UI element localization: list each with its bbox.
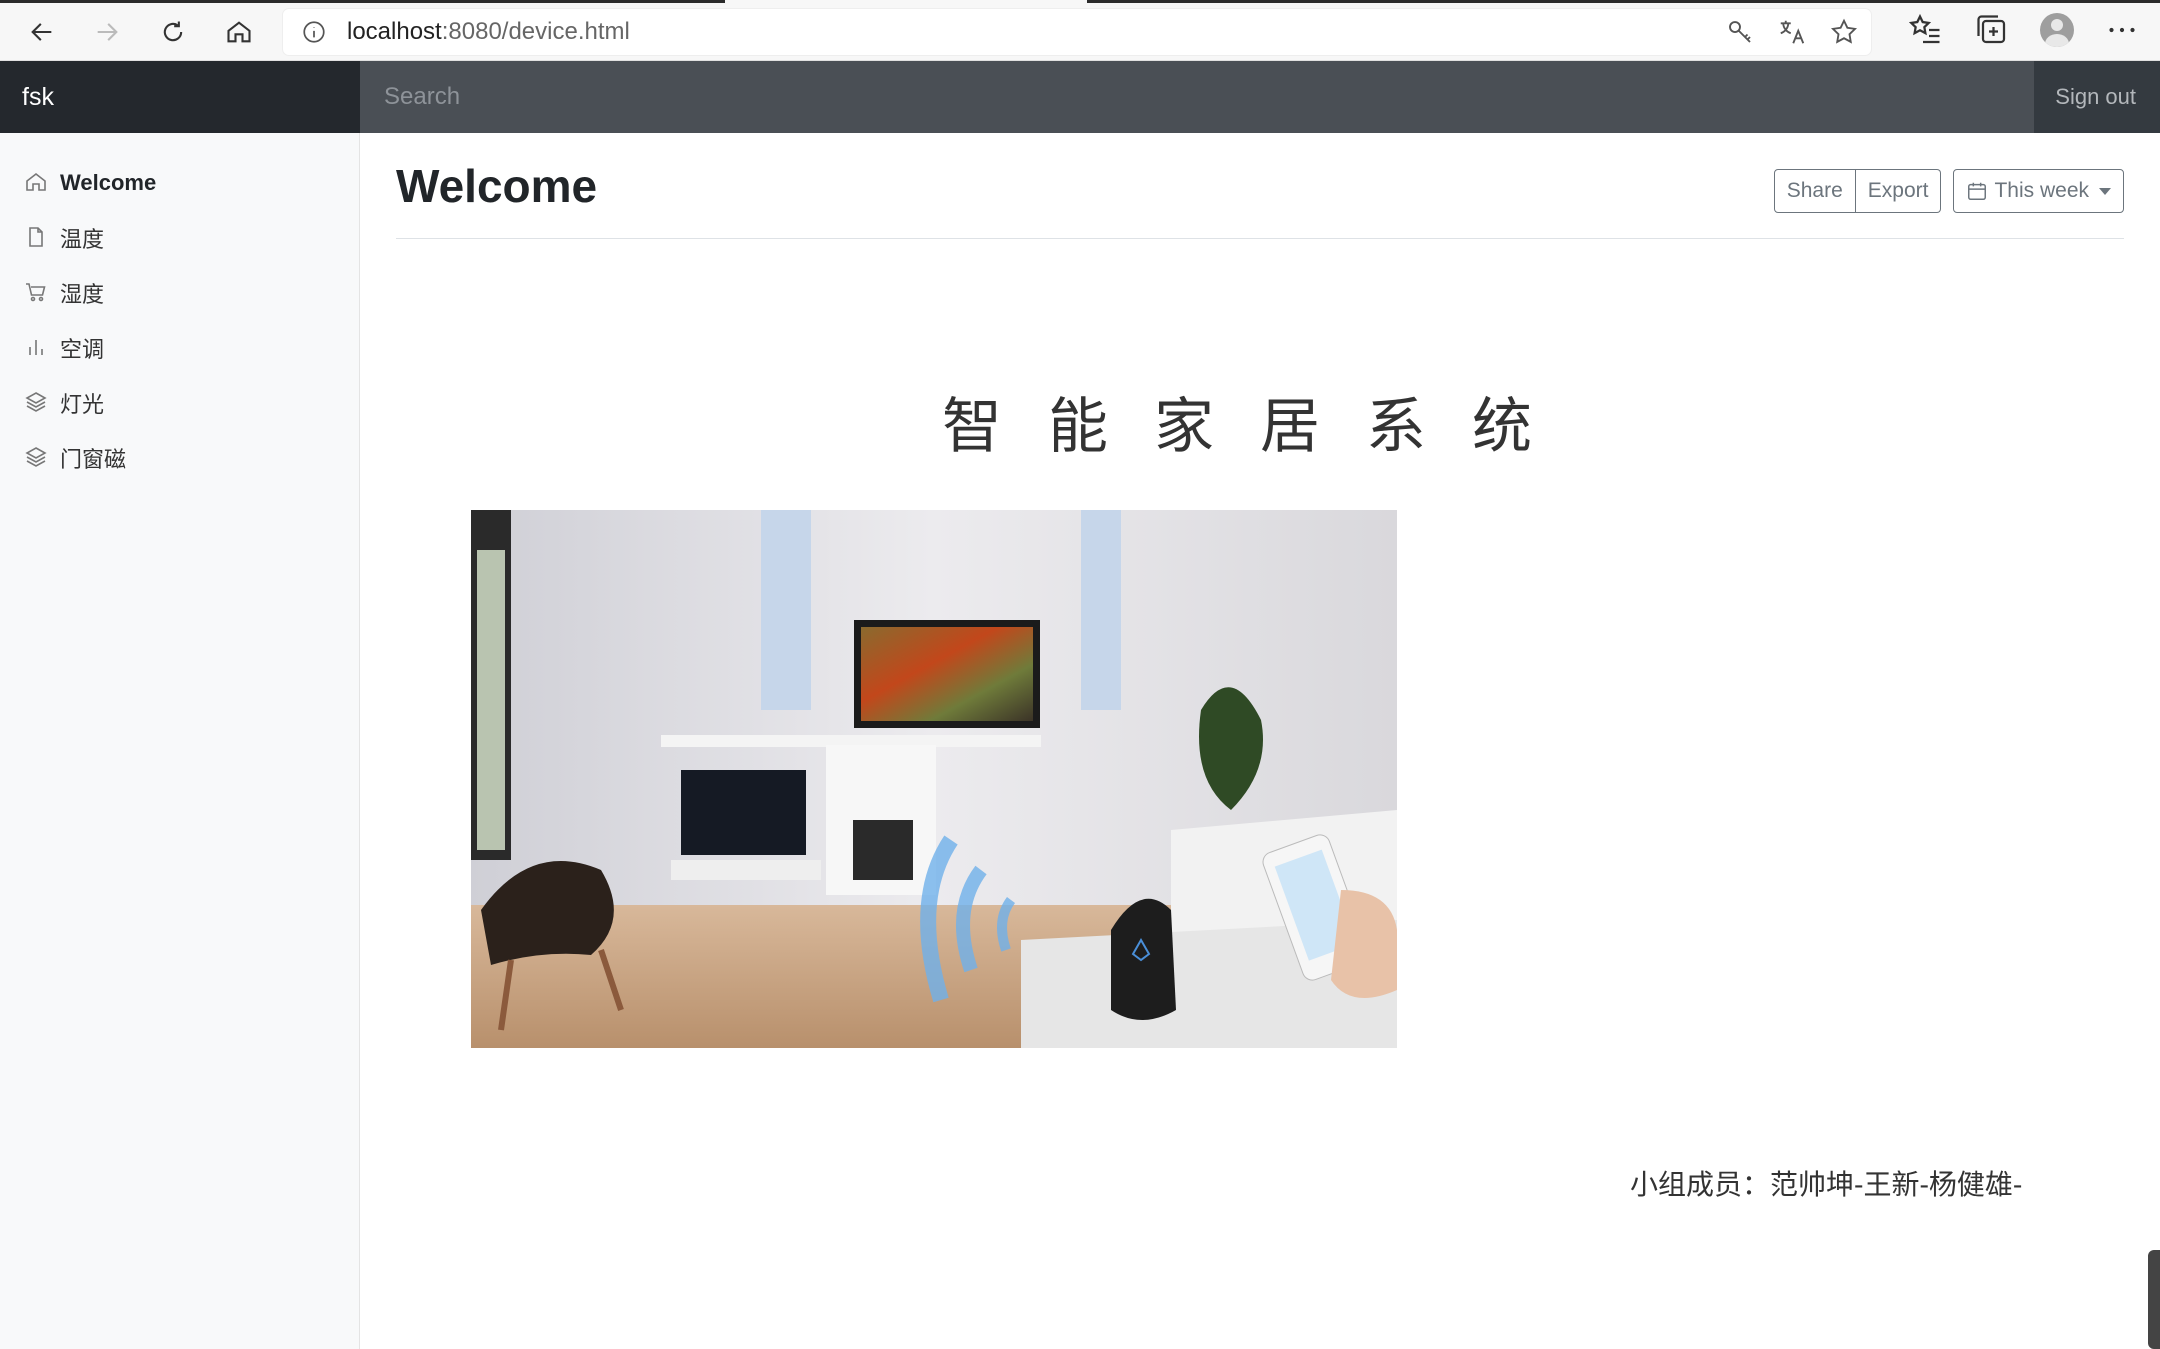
file-icon	[24, 225, 50, 251]
search-input[interactable]	[360, 61, 2034, 133]
sidebar-item-label: 温度	[60, 226, 105, 252]
sidebar-item-door-window-sensor[interactable]: 门窗磁	[0, 430, 359, 485]
bar-chart-icon	[24, 335, 50, 361]
key-icon[interactable]	[1725, 17, 1755, 47]
back-icon[interactable]	[20, 10, 64, 54]
forward-icon[interactable]	[85, 10, 129, 54]
sidebar-item-welcome[interactable]: Welcome	[0, 155, 359, 210]
cart-icon	[24, 280, 50, 306]
share-button[interactable]: Share	[1773, 169, 1856, 213]
address-bar[interactable]: localhost:8080/device.html	[283, 9, 1871, 55]
layers-icon	[24, 390, 50, 416]
favorites-list-icon[interactable]	[1908, 12, 1944, 48]
scrollbar-thumb[interactable]	[2148, 1250, 2160, 1349]
calendar-icon	[1968, 182, 1987, 200]
sign-out-link[interactable]: Sign out	[2034, 61, 2160, 133]
more-menu-icon[interactable]	[2104, 12, 2140, 48]
date-range-label: This week	[1994, 179, 2089, 202]
chevron-down-icon	[2099, 187, 2111, 195]
sidebar-item-air-conditioner[interactable]: 空调	[0, 320, 359, 375]
home-button-icon[interactable]	[217, 10, 261, 54]
translate-icon[interactable]	[1777, 17, 1807, 47]
smart-home-image	[471, 510, 1397, 1048]
date-range-dropdown[interactable]: This week	[1953, 169, 2124, 213]
sidebar-item-label: 门窗磁	[60, 446, 127, 472]
favorite-star-icon[interactable]	[1829, 17, 1859, 47]
system-title: 智能家居系统	[942, 392, 1578, 462]
refresh-icon[interactable]	[151, 10, 195, 54]
sidebar: Welcome 温度 湿度 空调 灯光 门窗磁	[0, 133, 360, 1349]
sidebar-item-label: 灯光	[60, 391, 105, 417]
brand-link[interactable]: fsk	[0, 61, 360, 133]
share-export-group: Share Export	[1773, 169, 1942, 213]
team-members-text: 小组成员：范帅坤-王新-杨健雄-	[1630, 1168, 2023, 1201]
collections-icon[interactable]	[1974, 12, 2010, 48]
url-host: localhost	[347, 18, 442, 45]
page-title: Welcome	[396, 160, 598, 212]
tab-strip	[0, 0, 2160, 3]
sidebar-item-label: 空调	[60, 336, 105, 362]
browser-toolbar: localhost:8080/device.html	[0, 0, 2160, 61]
url-text[interactable]: localhost:8080/device.html	[347, 18, 630, 46]
sidebar-item-humidity[interactable]: 湿度	[0, 265, 359, 320]
sidebar-item-lighting[interactable]: 灯光	[0, 375, 359, 430]
app-navbar: fsk Sign out	[0, 61, 2160, 133]
sidebar-item-label: 湿度	[60, 281, 105, 307]
main-content: Welcome Share Export This week 智能家居系统 小组…	[396, 133, 2124, 1349]
sidebar-item-label: Welcome	[60, 169, 157, 195]
page-toolbar: Share Export This week	[1773, 169, 2124, 213]
sidebar-item-temperature[interactable]: 温度	[0, 210, 359, 265]
profile-avatar-icon[interactable]	[2040, 13, 2074, 47]
home-icon	[24, 170, 50, 196]
active-tab-indicator[interactable]	[725, 0, 1087, 3]
info-icon[interactable]	[301, 19, 327, 45]
url-path: :8080/device.html	[441, 18, 630, 45]
layers-icon	[24, 445, 50, 471]
export-button[interactable]: Export	[1855, 169, 1942, 213]
header-divider	[396, 238, 2124, 239]
